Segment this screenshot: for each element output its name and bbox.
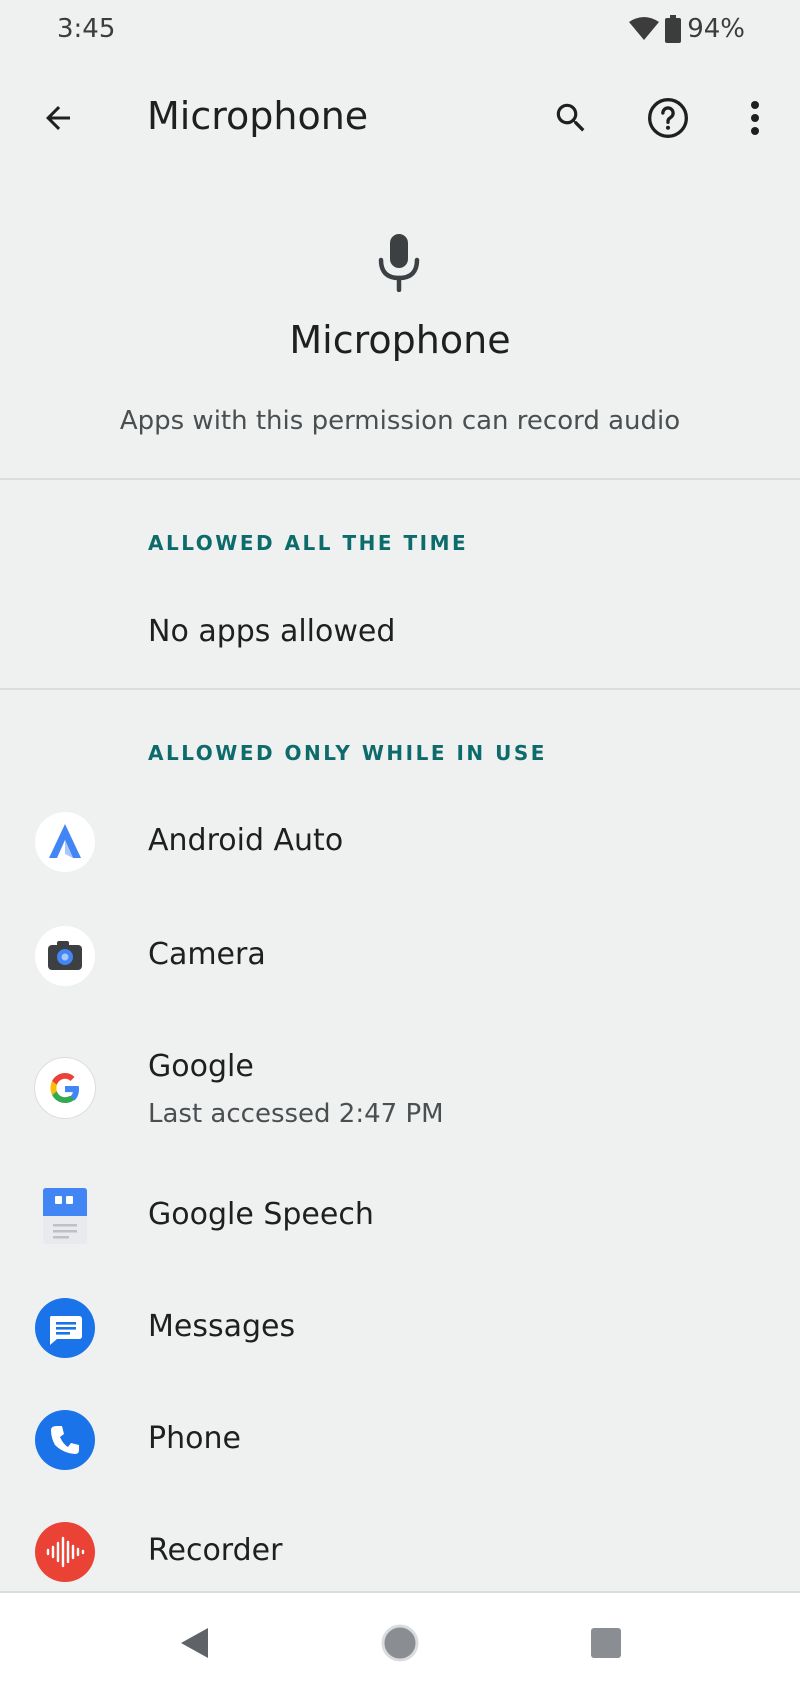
nav-home-icon[interactable] [378,1621,422,1665]
permission-description: Apps with this permission can record aud… [119,406,681,436]
app-row-google[interactable]: Google Last accessed 2:47 PM [0,1010,800,1158]
battery-percent: 94% [687,14,745,44]
app-row-google-speech[interactable]: Google Speech [0,1158,800,1270]
section-header-allowed-while-in-use: ALLOWED ONLY WHILE IN USE [148,741,547,765]
status-indicators: 94% [629,14,745,44]
help-icon[interactable] [640,90,696,146]
status-bar: 3:45 94% [0,0,800,64]
toolbar [0,64,800,174]
search-icon[interactable] [543,90,599,146]
camera-icon [35,926,95,986]
nav-recents-icon[interactable] [584,1621,628,1665]
navigation-bar [0,1591,800,1691]
wifi-icon [629,17,660,41]
messages-icon [35,1298,95,1358]
more-options-icon[interactable] [727,90,783,146]
app-name: Messages [148,1309,296,1344]
divider [0,478,800,480]
app-row-android-auto[interactable]: Android Auto [0,790,800,898]
app-name: Recorder [148,1533,283,1568]
back-arrow-icon[interactable] [30,90,86,146]
app-row-recorder[interactable]: Recorder [0,1494,800,1590]
status-time: 3:45 [57,14,116,44]
phone-icon [35,1410,95,1470]
nav-back-icon[interactable] [172,1621,216,1665]
android-auto-icon [35,812,95,872]
google-icon [35,1058,95,1118]
app-row-messages[interactable]: Messages [0,1270,800,1382]
app-name: Android Auto [148,823,344,858]
app-name: Google Speech [148,1197,374,1232]
no-apps-allowed-text: No apps allowed [148,614,396,649]
page-title: Microphone [147,94,369,138]
app-row-phone[interactable]: Phone [0,1382,800,1494]
battery-icon [665,15,682,43]
recorder-icon [35,1522,95,1582]
last-accessed-text: Last accessed 2:47 PM [148,1099,444,1129]
microphone-icon [375,232,423,293]
app-name: Phone [148,1421,241,1456]
section-header-allowed-all-time: ALLOWED ALL THE TIME [148,531,469,555]
permission-title: Microphone [289,318,511,362]
app-name: Camera [148,937,266,972]
app-row-camera[interactable]: Camera [0,898,800,1010]
app-name: Google [148,1049,254,1084]
google-speech-icon [35,1186,95,1246]
divider [0,688,800,690]
